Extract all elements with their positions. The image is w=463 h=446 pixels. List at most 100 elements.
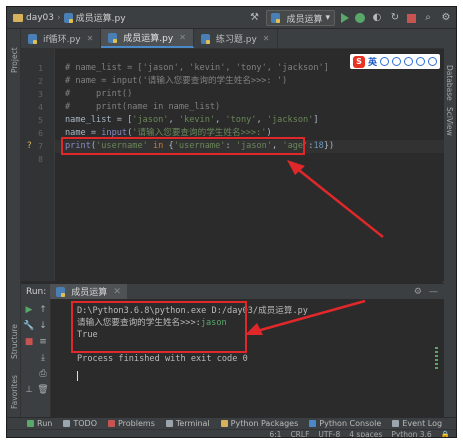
- python-file-icon: [63, 12, 73, 23]
- python-interpreter[interactable]: Python 3.6: [391, 430, 431, 437]
- shirt-icon[interactable]: [416, 57, 425, 66]
- minimize-icon[interactable]: —: [429, 287, 438, 297]
- coverage-icon[interactable]: ◐: [371, 12, 383, 24]
- hammer-icon[interactable]: ⚒: [248, 12, 260, 24]
- run-tab[interactable]: 成员运算 ✕: [50, 283, 127, 300]
- tab-if-loop[interactable]: if循环.py ✕: [21, 29, 102, 48]
- tool-window-button-python-console[interactable]: Python Console: [309, 419, 381, 428]
- line-number: 8: [38, 155, 43, 164]
- profile-icon[interactable]: ↻: [389, 12, 401, 24]
- left-tool-strip: Project Structure Favorites: [7, 29, 21, 417]
- close-icon[interactable]: ✕: [113, 287, 121, 297]
- python-console-icon: [309, 420, 317, 427]
- debug-icon[interactable]: [355, 13, 365, 23]
- tool-window-label: Problems: [117, 419, 155, 428]
- python-file-icon: [108, 32, 118, 43]
- line-number: 4: [38, 103, 43, 112]
- ide-window: day03 › 成员运算.py ⚒ 成员运算 ▾ ◐ ↻ ⌕ ⚙ Project…: [6, 6, 457, 438]
- code-line[interactable]: name_list = ['jason', 'kevin', 'tony', '…: [65, 114, 319, 127]
- favorites-tool-tab[interactable]: Favorites: [10, 375, 19, 409]
- soft-wrap-icon[interactable]: ≡: [37, 337, 49, 348]
- todo-icon: [63, 420, 71, 427]
- code-line[interactable]: # name = input('请输入您要查询的学生姓名>>>: '): [65, 75, 287, 88]
- lock-icon[interactable]: 🔒: [441, 430, 450, 437]
- editor-tabs: if循环.py ✕ 成员运算.py ✕ 练习题.py ✕: [21, 29, 444, 49]
- trash-icon[interactable]: 🗑: [37, 385, 49, 396]
- console-caret: [77, 371, 78, 381]
- stop-icon[interactable]: ■: [23, 337, 35, 348]
- python-file-icon: [271, 13, 281, 23]
- caret-position[interactable]: 6:1: [269, 430, 281, 437]
- code-editor[interactable]: 1 2 3 4 5 6 7 8 # name_list = ['jason', 'kevin'…: [21, 49, 444, 281]
- run-icon[interactable]: [341, 13, 349, 23]
- close-icon[interactable]: ✕: [87, 34, 94, 43]
- tool-window-label: Terminal: [175, 419, 210, 428]
- scroll-to-end-icon[interactable]: ⤓: [37, 353, 49, 364]
- run-icon: [27, 420, 34, 427]
- indent-setting[interactable]: 4 spaces: [349, 430, 382, 437]
- keyboard-icon[interactable]: [404, 57, 413, 66]
- console-scroll-markers: [435, 347, 438, 373]
- main-toolbar: ⚒ 成员运算 ▾ ◐ ↻ ⌕ ⚙: [248, 7, 456, 29]
- print-icon[interactable]: ⎙: [37, 369, 49, 380]
- tool-window-button-run[interactable]: Run: [27, 419, 52, 428]
- code-token: ]: [313, 115, 319, 125]
- scroll-down-icon[interactable]: ↓: [37, 321, 49, 332]
- close-icon[interactable]: ✕: [179, 33, 186, 42]
- translate-language-label: 英: [367, 58, 377, 68]
- tool-window-button-todo[interactable]: TODO: [63, 419, 97, 428]
- code-token: ,: [168, 115, 179, 125]
- search-icon[interactable]: ⌕: [422, 12, 434, 24]
- tool-window-button-problems[interactable]: Problems: [107, 419, 155, 428]
- grid-icon[interactable]: [428, 57, 437, 66]
- file-encoding[interactable]: UTF-8: [318, 430, 340, 437]
- annotation-arrow: [287, 160, 384, 238]
- tool-window-label: TODO: [73, 419, 97, 428]
- stop-icon[interactable]: [407, 13, 416, 23]
- python-packages-icon: [220, 420, 228, 427]
- tool-window-label: Python Console: [319, 419, 382, 428]
- python-file-icon: [28, 33, 37, 44]
- tab-exercise[interactable]: 练习题.py ✕: [194, 29, 278, 48]
- sciview-tool-tab[interactable]: SciView: [445, 107, 454, 136]
- code-line[interactable]: # print(): [65, 88, 132, 101]
- warning-icon[interactable]: ?: [27, 140, 32, 153]
- tab-label: 成员运算.py: [123, 34, 174, 44]
- code-line[interactable]: # print(name in name_list): [65, 101, 220, 114]
- run-tab-label: 成员运算: [71, 288, 108, 298]
- pin-icon[interactable]: ⊥: [23, 385, 35, 396]
- close-icon[interactable]: ✕: [263, 34, 270, 43]
- annotation-arrow: [245, 299, 366, 335]
- settings-icon[interactable]: ⚙: [440, 12, 452, 24]
- tab-label: 练习题.py: [215, 35, 257, 45]
- line-separator[interactable]: CRLF: [290, 430, 309, 437]
- project-tool-tab[interactable]: Project: [10, 47, 19, 73]
- code-token: # print(name in name_list): [65, 102, 221, 112]
- tool-window-button-terminal[interactable]: Terminal: [165, 419, 210, 428]
- breadcrumb-project[interactable]: day03: [26, 13, 54, 23]
- terminal-icon: [165, 420, 173, 427]
- run-configuration-select[interactable]: 成员运算 ▾: [266, 10, 335, 26]
- run-configuration-label: 成员运算: [286, 14, 323, 25]
- wrench-icon[interactable]: 🔧: [23, 321, 35, 332]
- sogou-logo-icon: S: [352, 55, 365, 68]
- tool-window-bar: Run TODO Problems Terminal Python Packages Py…: [7, 417, 456, 429]
- tool-window-button-python-packages[interactable]: Python Packages: [220, 419, 299, 428]
- structure-tool-tab[interactable]: Structure: [10, 324, 19, 359]
- folder-icon: [13, 13, 23, 22]
- mic-icon[interactable]: [392, 57, 401, 66]
- translate-widget[interactable]: S 英: [349, 54, 440, 69]
- code-token: 'jason': [132, 115, 169, 125]
- database-tool-tab[interactable]: Database: [445, 65, 454, 101]
- emoji-icon[interactable]: [380, 57, 389, 66]
- run-console[interactable]: D:\Python3.6.8\python.exe D:/day03/成员运算.…: [51, 299, 444, 417]
- tab-label: if循环.py: [43, 35, 81, 45]
- code-line[interactable]: # name_list = ['jason', 'kevin', 'tony',…: [65, 62, 329, 75]
- settings-icon[interactable]: ⚙: [414, 287, 422, 297]
- tool-window-button-event-log[interactable]: Event Log: [392, 419, 442, 428]
- breadcrumb-file[interactable]: 成员运算.py: [76, 11, 126, 24]
- rerun-icon[interactable]: ▶: [23, 305, 35, 316]
- scroll-up-icon[interactable]: ↑: [37, 305, 49, 316]
- tool-window-label: Python Packages: [230, 419, 299, 428]
- tab-member-operation[interactable]: 成员运算.py ✕: [101, 29, 194, 48]
